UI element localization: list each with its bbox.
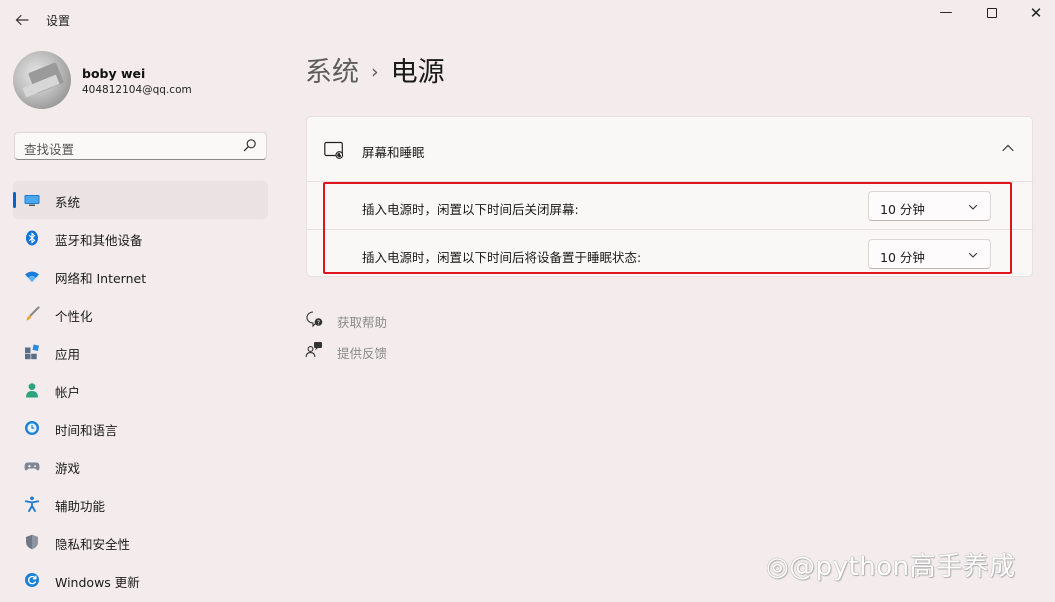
minimize-button[interactable]: — (932, 4, 960, 24)
sidebar-item-label: 帐户 (55, 385, 81, 400)
sidebar-item-network[interactable]: 网络和 Internet (13, 257, 268, 295)
account-icon (26, 383, 38, 398)
help-icon: ? (306, 311, 323, 328)
shield-icon (26, 534, 38, 550)
sleep-setting: 插入电源时，闲置以下时间后将设备置于睡眠状态: 10 分钟 (307, 230, 1034, 278)
sleep-dropdown[interactable]: 10 分钟 (868, 239, 991, 269)
page-title: 电源 (390, 57, 445, 88)
screen-sleep-section: 屏幕和睡眠 插入电源时，闲置以下时间后关闭屏幕: 10 分钟 插入电源时，闲置以… (306, 116, 1034, 278)
chevron-down-icon (968, 252, 978, 258)
brush-icon (26, 306, 40, 321)
screen-sleep-icon (324, 141, 344, 159)
sidebar-item-bluetooth[interactable]: 蓝牙和其他设备 (13, 219, 268, 257)
user-name: boby wei (82, 66, 146, 81)
screen-off-setting: 插入电源时，闲置以下时间后关闭屏幕: 10 分钟 (307, 182, 1034, 230)
sidebar-item-label: Windows 更新 (55, 575, 140, 590)
sidebar-item-accounts[interactable]: 帐户 (13, 371, 268, 409)
chevron-up-icon[interactable] (1001, 141, 1015, 155)
gamepad-icon (24, 462, 40, 471)
back-arrow-icon (15, 14, 29, 26)
sidebar-item-apps[interactable]: 应用 (13, 333, 268, 371)
back-button[interactable] (12, 10, 32, 30)
screen-off-label: 插入电源时，闲置以下时间后关闭屏幕: (362, 202, 579, 217)
system-display-icon (24, 195, 40, 206)
title-bar: 设置 — ✕ (0, 0, 1055, 40)
wifi-icon (25, 271, 39, 282)
dropdown-value: 10 分钟 (880, 202, 925, 217)
watermark: ◎@python高手养成 (766, 552, 1016, 582)
sidebar-item-accessibility[interactable]: 辅助功能 (13, 485, 268, 523)
chevron-down-icon (968, 204, 978, 210)
sidebar-item-label: 辅助功能 (55, 499, 106, 514)
close-button[interactable]: ✕ (1022, 4, 1050, 24)
sleep-label: 插入电源时，闲置以下时间后将设备置于睡眠状态: (362, 250, 642, 265)
maximize-icon (987, 7, 997, 18)
dropdown-value: 10 分钟 (880, 250, 925, 265)
breadcrumb-separator: › (371, 61, 379, 83)
sidebar-item-windows-update[interactable]: Windows 更新 (13, 561, 268, 599)
windows-update-icon (25, 573, 39, 587)
user-email: 404812104@qq.com (82, 84, 192, 96)
sidebar-item-label: 游戏 (55, 461, 81, 476)
sidebar-item-label: 个性化 (55, 309, 93, 324)
search-input[interactable]: 查找设置 (14, 132, 267, 160)
screen-off-dropdown[interactable]: 10 分钟 (868, 191, 991, 221)
search-placeholder: 查找设置 (24, 142, 75, 157)
help-label: 获取帮助 (337, 315, 388, 330)
sidebar-nav: 系统 蓝牙和其他设备 网络和 Internet 个性化 应用 帐户 时间和语言 … (13, 181, 268, 599)
sidebar-item-label: 网络和 Internet (55, 271, 147, 286)
screen-sleep-header[interactable]: 屏幕和睡眠 (307, 117, 1034, 182)
sidebar-item-label: 系统 (55, 195, 81, 210)
sidebar-item-label: 隐私和安全性 (55, 537, 131, 552)
sidebar-item-gaming[interactable]: 游戏 (13, 447, 268, 485)
maximize-button[interactable] (978, 4, 1006, 24)
sidebar-item-personalization[interactable]: 个性化 (13, 295, 268, 333)
app-title: 设置 (46, 14, 71, 28)
sidebar-item-time-language[interactable]: 时间和语言 (13, 409, 268, 447)
bluetooth-icon (26, 230, 38, 246)
sidebar-item-label: 蓝牙和其他设备 (55, 233, 143, 248)
sidebar-item-label: 应用 (55, 347, 81, 362)
feedback-label: 提供反馈 (337, 346, 388, 361)
svg-text:?: ? (317, 320, 320, 327)
sidebar-item-label: 时间和语言 (55, 423, 118, 438)
section-title: 屏幕和睡眠 (362, 145, 425, 160)
sidebar-item-system[interactable]: 系统 (13, 181, 268, 219)
sidebar-item-privacy[interactable]: 隐私和安全性 (13, 523, 268, 561)
avatar (13, 51, 71, 109)
search-icon[interactable] (243, 138, 257, 152)
apps-icon (25, 344, 40, 360)
feedback-icon (305, 342, 322, 358)
accessibility-icon (24, 496, 40, 512)
time-language-icon (25, 421, 39, 435)
breadcrumb-parent[interactable]: 系统 (305, 57, 359, 88)
breadcrumb: 系统 › 电源 (305, 50, 445, 89)
